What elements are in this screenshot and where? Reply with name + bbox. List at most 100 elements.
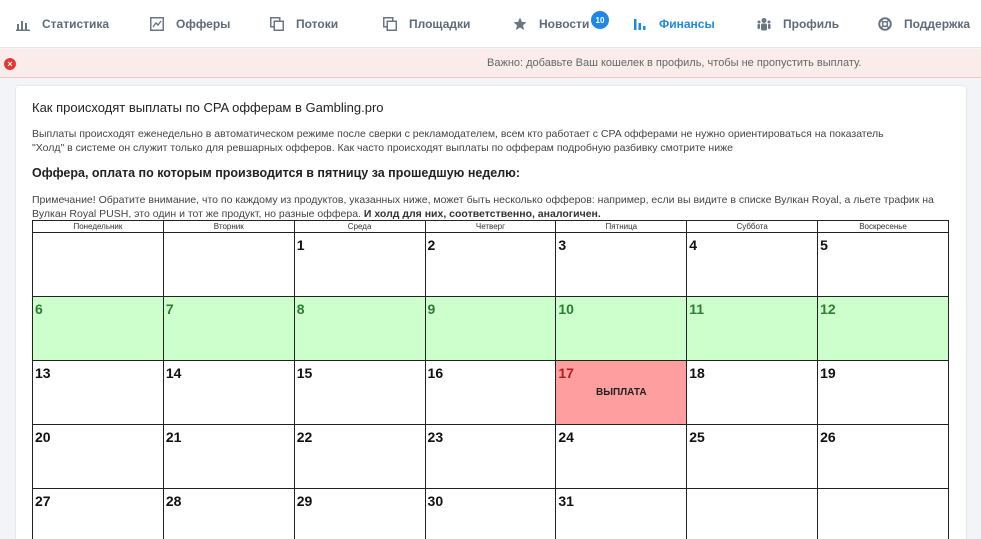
day-number: 28 — [165, 493, 182, 509]
nav-item-statistics[interactable]: Статистика — [16, 0, 109, 48]
calendar-day-cell: 31 — [555, 488, 688, 539]
calendar-day-cell: 29 — [293, 488, 426, 539]
calendar-week-row: 27 28 29 30 31 — [32, 488, 949, 539]
day-number: 12 — [820, 301, 836, 317]
day-number: 19 — [820, 365, 836, 381]
nav-item-label: Площадки — [409, 17, 471, 31]
calendar-week-row: 20 21 22 23 24 25 26 — [32, 424, 949, 489]
line-chart-icon — [150, 17, 164, 31]
calendar-week-row: 13 14 15 16 17 ВЫПЛАТА 18 19 — [32, 360, 949, 425]
calendar-day-cell: 11 — [686, 296, 819, 361]
day-number: 16 — [427, 365, 444, 381]
weekday-header: Суббота — [686, 220, 819, 233]
calendar-day-cell: 3 — [555, 232, 688, 297]
weekday-header-row: Понедельник Вторник Среда Четверг Пятниц… — [32, 220, 949, 233]
nav-item-streams[interactable]: Потоки — [270, 0, 338, 48]
day-number: 21 — [165, 429, 182, 445]
day-number: 30 — [427, 493, 444, 509]
nav-item-label: Поддержка — [904, 17, 971, 31]
calendar-day-cell: 18 — [686, 360, 819, 425]
day-number: 6 — [35, 301, 43, 317]
alert-message: Важно: добавьте Ваш кошелек в профиль, ч… — [487, 57, 862, 69]
day-number: 27 — [35, 493, 51, 509]
day-number: 25 — [689, 429, 705, 445]
nav-item-label: Финансы — [659, 17, 715, 31]
calendar-day-cell: 8 — [293, 296, 426, 361]
day-number: 17 — [558, 365, 574, 381]
day-number: 8 — [296, 301, 305, 317]
day-number: 31 — [558, 493, 574, 509]
users-icon — [757, 17, 771, 31]
calendar-day-cell: 27 — [32, 488, 164, 539]
calendar-day-cell: 1 — [293, 232, 426, 297]
note-paragraph: Примечание! Обратите внимание, что по ка… — [32, 193, 962, 221]
calendar-day-cell: 5 — [817, 232, 949, 297]
calendar-day-cell: 4 — [686, 232, 819, 297]
weekday-header: Воскресенье — [817, 220, 949, 233]
calendar-day-cell: 21 — [162, 424, 295, 489]
payout-calendar: Понедельник Вторник Среда Четверг Пятниц… — [32, 220, 949, 539]
calendar-day-cell: 22 — [293, 424, 426, 489]
alert-banner: × Важно: добавьте Ваш кошелек в профиль,… — [0, 49, 981, 78]
calendar-day-cell: 23 — [424, 424, 557, 489]
bar-chart-icon — [16, 17, 30, 31]
nav-item-offers[interactable]: Офферы — [150, 0, 230, 48]
calendar-day-cell: 28 — [162, 488, 295, 539]
day-number: 15 — [296, 365, 313, 381]
day-number: 14 — [165, 365, 182, 381]
calendar-day-cell: 9 — [424, 296, 557, 361]
top-navigation: Статистика Офферы Потоки Площадки Новост… — [0, 0, 981, 48]
note-bold-text: И холд для них, соответственно, аналогич… — [363, 208, 601, 220]
lifebuoy-icon — [878, 17, 892, 31]
calendar-empty-cell — [817, 488, 949, 539]
calendar-week-row: 1 2 3 4 5 — [32, 232, 949, 297]
payout-day-cell: 17 ВЫПЛАТА — [555, 360, 688, 425]
day-number: 22 — [296, 429, 313, 445]
day-number: 5 — [820, 237, 828, 253]
weekday-header: Четверг — [424, 220, 557, 233]
calendar-day-cell: 10 — [555, 296, 688, 361]
nav-item-label: Потоки — [296, 17, 339, 31]
intro-paragraph: Выплаты происходят еженедельно в автомат… — [32, 128, 884, 154]
nav-item-finance[interactable]: Финансы — [633, 0, 715, 48]
nav-item-label: Статистика — [42, 17, 110, 31]
calendar-day-cell: 25 — [686, 424, 819, 489]
day-number: 10 — [558, 301, 574, 317]
day-number: 20 — [35, 429, 51, 445]
finance-chart-icon — [633, 17, 647, 31]
page-title: Как происходят выплаты по CPA офферам в … — [32, 100, 384, 115]
day-number: 2 — [427, 237, 436, 253]
nav-item-support[interactable]: Поддержка — [878, 0, 970, 48]
calendar-empty-cell — [686, 488, 819, 539]
calendar-day-cell: 19 — [817, 360, 949, 425]
calendar-empty-cell — [32, 232, 164, 297]
section-subtitle: Офферa, оплата по которым производится в… — [32, 166, 520, 180]
day-number: 18 — [689, 365, 705, 381]
nav-item-profile[interactable]: Профиль — [757, 0, 839, 48]
calendar-day-cell: 12 — [817, 296, 949, 361]
content-card: Как происходят выплаты по CPA офферам в … — [16, 86, 966, 539]
calendar-day-cell: 30 — [424, 488, 557, 539]
calendar-empty-cell — [162, 232, 295, 297]
copy-icon — [270, 17, 284, 31]
day-number: 4 — [689, 237, 698, 253]
weekday-header: Среда — [293, 220, 426, 233]
star-icon — [513, 17, 527, 31]
nav-item-news[interactable]: Новости — [513, 0, 589, 48]
calendar-day-cell: 15 — [293, 360, 426, 425]
day-number: 13 — [35, 365, 51, 381]
weekday-header: Понедельник — [32, 220, 164, 233]
copy-icon — [383, 17, 397, 31]
day-number: 7 — [165, 301, 174, 317]
nav-item-label: Офферы — [176, 17, 231, 31]
day-number: 11 — [689, 301, 705, 317]
calendar-day-cell: 13 — [32, 360, 164, 425]
weekday-header: Вторник — [162, 220, 295, 233]
nav-item-platforms[interactable]: Площадки — [383, 0, 470, 48]
nav-item-label: Профиль — [783, 17, 840, 31]
day-number: 23 — [427, 429, 444, 445]
calendar-day-cell: 14 — [162, 360, 295, 425]
day-number: 24 — [558, 429, 574, 445]
calendar-day-cell: 20 — [32, 424, 164, 489]
close-circle-icon[interactable]: × — [4, 58, 16, 70]
